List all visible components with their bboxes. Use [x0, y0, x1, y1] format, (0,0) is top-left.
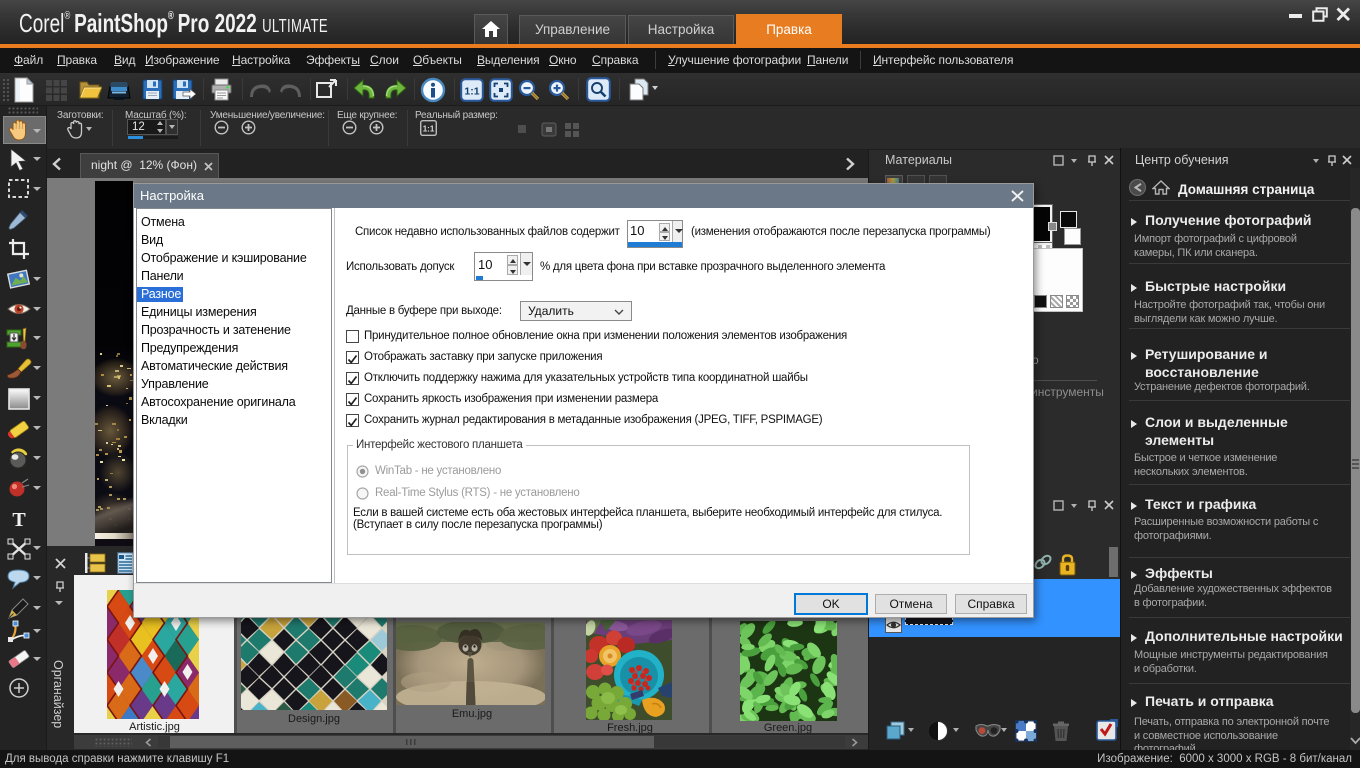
svg-text:1:1: 1:1	[423, 125, 435, 134]
svg-text:T: T	[12, 509, 26, 530]
svg-text:1:1: 1:1	[464, 86, 479, 98]
